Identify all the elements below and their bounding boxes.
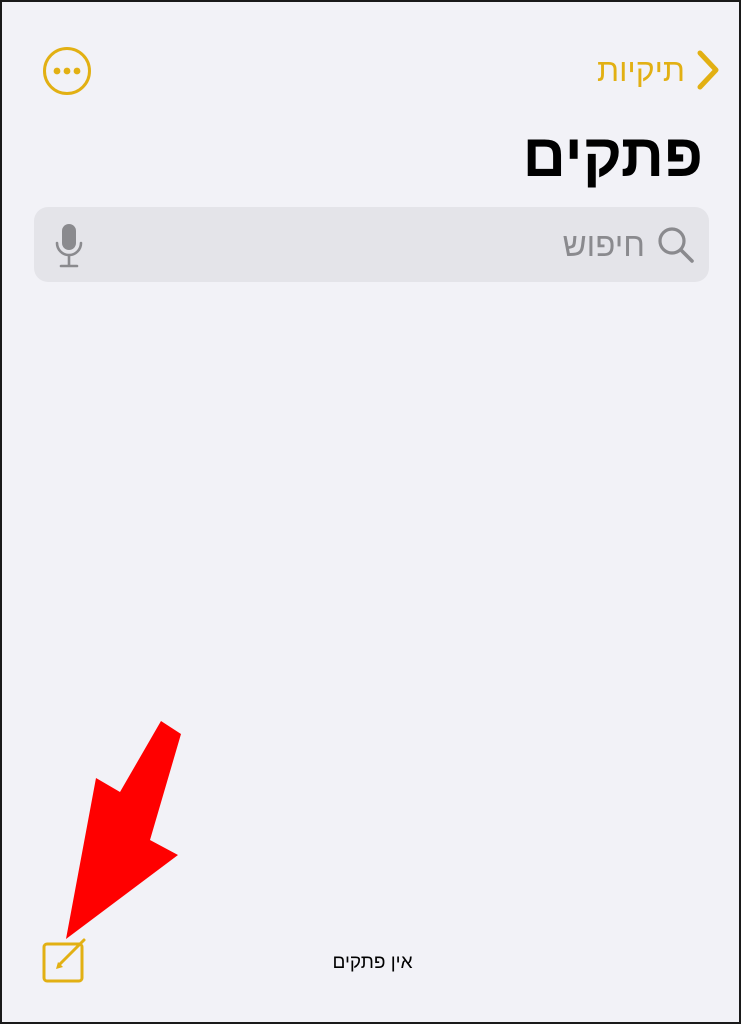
compose-note-icon <box>42 938 86 983</box>
magnifying-glass-icon <box>658 227 694 263</box>
notes-screen: תיקיות פתקים אין פתקים <box>0 0 741 1024</box>
more-options-button[interactable] <box>42 46 92 96</box>
new-note-button[interactable] <box>42 936 92 984</box>
back-to-folders-button[interactable]: תיקיות <box>597 46 721 94</box>
search-input[interactable] <box>125 207 645 282</box>
ellipsis-circle-icon <box>43 47 91 95</box>
notes-count-label: אין פתקים <box>332 952 413 973</box>
search-bar[interactable] <box>34 207 709 282</box>
page-title: פתקים <box>522 122 703 189</box>
microphone-icon[interactable] <box>54 223 84 269</box>
back-button-label: תיקיות <box>596 52 685 88</box>
chevron-right-icon <box>695 48 721 92</box>
